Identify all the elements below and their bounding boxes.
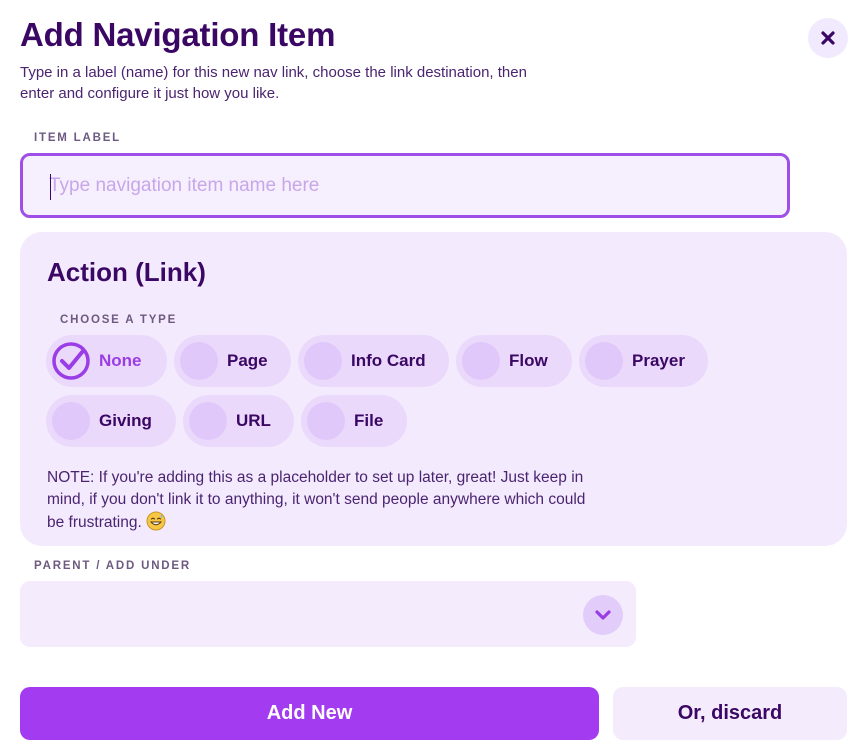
close-button[interactable] (808, 18, 848, 58)
type-option-label: Page (227, 351, 268, 370)
type-option-label: URL (236, 411, 271, 430)
type-option-info-card[interactable]: Info Card (298, 335, 449, 387)
type-option-label: File (354, 411, 384, 430)
text-caret (50, 174, 51, 200)
type-option-page[interactable]: Page (174, 335, 291, 387)
radio-circle (180, 342, 218, 380)
note-text-block: NOTE: If you're adding this as a placeho… (47, 467, 587, 534)
action-card: Action (Link) CHOOSE A TYPE None Page In… (20, 232, 847, 546)
parent-heading: PARENT / ADD UNDER (34, 560, 191, 572)
chevron-down-icon (595, 610, 611, 620)
action-title: Action (Link) (47, 257, 206, 287)
type-option-flow[interactable]: Flow (456, 335, 572, 387)
type-option-url[interactable]: URL (183, 395, 294, 447)
item-label-field-wrapper (20, 153, 790, 218)
page-title: Add Navigation Item (20, 16, 336, 53)
type-option-none[interactable]: None (46, 335, 167, 387)
radio-circle (52, 402, 90, 440)
type-option-file[interactable]: File (301, 395, 407, 447)
check-circle-icon (52, 342, 90, 380)
item-label-input[interactable] (23, 156, 787, 215)
radio-circle (189, 402, 227, 440)
radio-circle (462, 342, 500, 380)
add-new-button[interactable]: Add New (20, 687, 599, 740)
radio-circle (307, 402, 345, 440)
type-option-giving[interactable]: Giving (46, 395, 176, 447)
radio-circle (304, 342, 342, 380)
parent-select[interactable] (20, 581, 636, 647)
dropdown-toggle[interactable] (583, 595, 623, 635)
type-option-label: Flow (509, 351, 548, 370)
note-text: NOTE: If you're adding this as a placeho… (47, 469, 586, 531)
discard-button[interactable]: Or, discard (613, 687, 847, 740)
type-option-label: Prayer (632, 351, 685, 370)
type-option-label: None (99, 351, 142, 370)
type-option-label: Info Card (351, 351, 426, 370)
item-label-heading: ITEM LABEL (34, 132, 121, 144)
radio-circle (585, 342, 623, 380)
type-option-prayer[interactable]: Prayer (579, 335, 708, 387)
page-subtitle: Type in a label (name) for this new nav … (20, 64, 527, 102)
grinning-sweat-emoji-icon (146, 511, 166, 531)
close-icon (821, 31, 835, 45)
type-option-label: Giving (99, 411, 152, 430)
choose-type-heading: CHOOSE A TYPE (60, 314, 178, 326)
